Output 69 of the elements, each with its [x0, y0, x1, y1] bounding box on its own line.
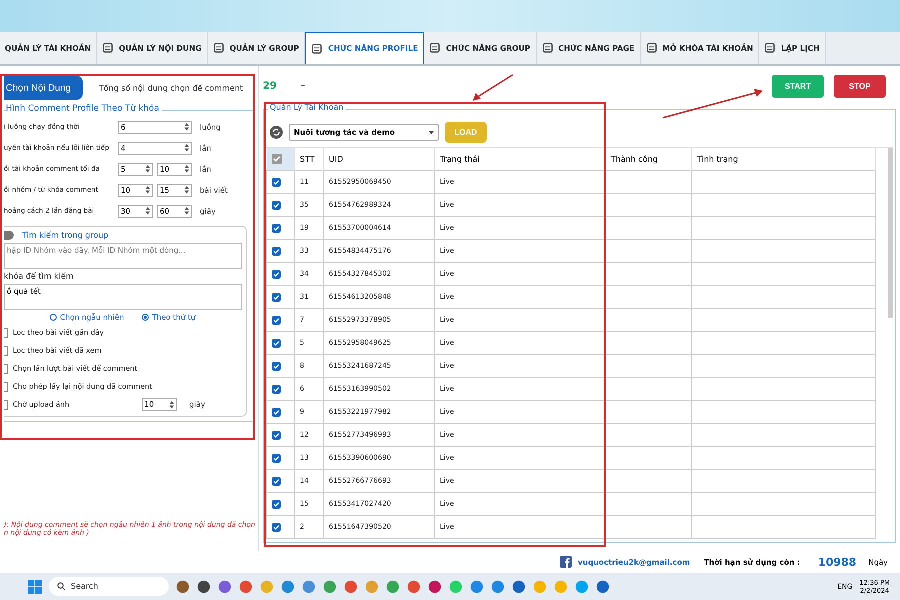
caret-icon [429, 130, 434, 134]
toggle-switch[interactable] [4, 231, 14, 240]
spinner-arrows-icon [168, 400, 175, 410]
tab-icon [646, 42, 658, 54]
spinner-arrows-icon [184, 122, 190, 132]
column-header[interactable]: STT [294, 148, 324, 170]
row-checkbox[interactable] [272, 200, 281, 210]
row-checkbox[interactable] [272, 246, 281, 256]
app-icon[interactable] [176, 580, 190, 594]
spinner-arrows-icon [145, 164, 151, 174]
row-checkbox[interactable] [272, 362, 281, 370]
select-all-checkbox[interactable] [272, 154, 282, 164]
app-icon[interactable] [197, 580, 211, 594]
row-checkbox[interactable] [272, 178, 281, 186]
expiry-value: 10988 [818, 556, 857, 568]
app-icon[interactable] [512, 580, 526, 594]
spinner-arrows-icon [184, 185, 190, 195]
refresh-icon[interactable] [270, 126, 283, 139]
spinner-arrows-icon [145, 206, 151, 216]
app-icon[interactable] [428, 580, 442, 594]
dash-text: – [300, 81, 306, 91]
start-icon[interactable] [28, 580, 42, 594]
checkbox[interactable] [4, 382, 8, 392]
row-checkbox[interactable] [272, 292, 281, 302]
column-header[interactable]: Trạng thái [434, 148, 606, 170]
app-icon[interactable] [218, 580, 232, 594]
annotation-arrow [472, 74, 514, 102]
content-count-label: Tổng số nội dung chọn để comment [98, 84, 244, 92]
tab-icon [102, 42, 114, 54]
content-count: 29 [263, 80, 277, 92]
column-header[interactable]: Tình trạng [692, 148, 876, 170]
tab-icon [311, 42, 324, 54]
row-checkbox[interactable] [272, 522, 281, 532]
radio-button[interactable] [50, 314, 58, 321]
scrollbar[interactable] [888, 148, 893, 318]
row-checkbox[interactable] [272, 454, 281, 462]
row-checkbox[interactable] [272, 408, 281, 416]
checkbox[interactable] [4, 328, 8, 338]
checkbox[interactable] [4, 400, 8, 410]
spinner-arrows-icon [145, 185, 151, 195]
app-icon[interactable] [596, 580, 610, 594]
tab-icon [429, 42, 442, 54]
spinner-arrows-icon [184, 143, 190, 153]
stop-button[interactable]: STOP [834, 74, 886, 98]
column-header[interactable]: Thành công [606, 148, 692, 170]
radio-button[interactable] [142, 314, 150, 321]
tab-icon [764, 42, 776, 54]
keyword-label: khóa để tìm kiếm [4, 272, 75, 281]
facebook-icon [560, 556, 572, 568]
row-checkbox[interactable] [272, 338, 281, 348]
search-icon [57, 582, 66, 591]
row-checkbox[interactable] [272, 476, 281, 486]
tab-icon [212, 42, 225, 54]
row-checkbox[interactable] [272, 500, 281, 508]
group-title: Hình Comment Profile Theo Từ khóa [6, 104, 162, 114]
spinner-arrows-icon [184, 164, 190, 174]
row-checkbox[interactable] [272, 316, 281, 324]
checkbox[interactable] [4, 364, 8, 374]
column-header[interactable]: UID [324, 148, 434, 170]
toggle-label: Tìm kiếm trong group [22, 231, 109, 240]
checkbox[interactable] [4, 346, 8, 356]
choose-content-button[interactable]: Chọn Nội Dung [4, 76, 83, 100]
tab-icon [542, 42, 554, 54]
row-checkbox[interactable] [272, 224, 281, 232]
row-checkbox[interactable] [272, 384, 281, 394]
row-checkbox[interactable] [272, 270, 281, 278]
spinner-arrows-icon [184, 206, 190, 216]
row-checkbox[interactable] [272, 430, 281, 440]
taskbar-search-field[interactable]: Search [49, 577, 169, 596]
